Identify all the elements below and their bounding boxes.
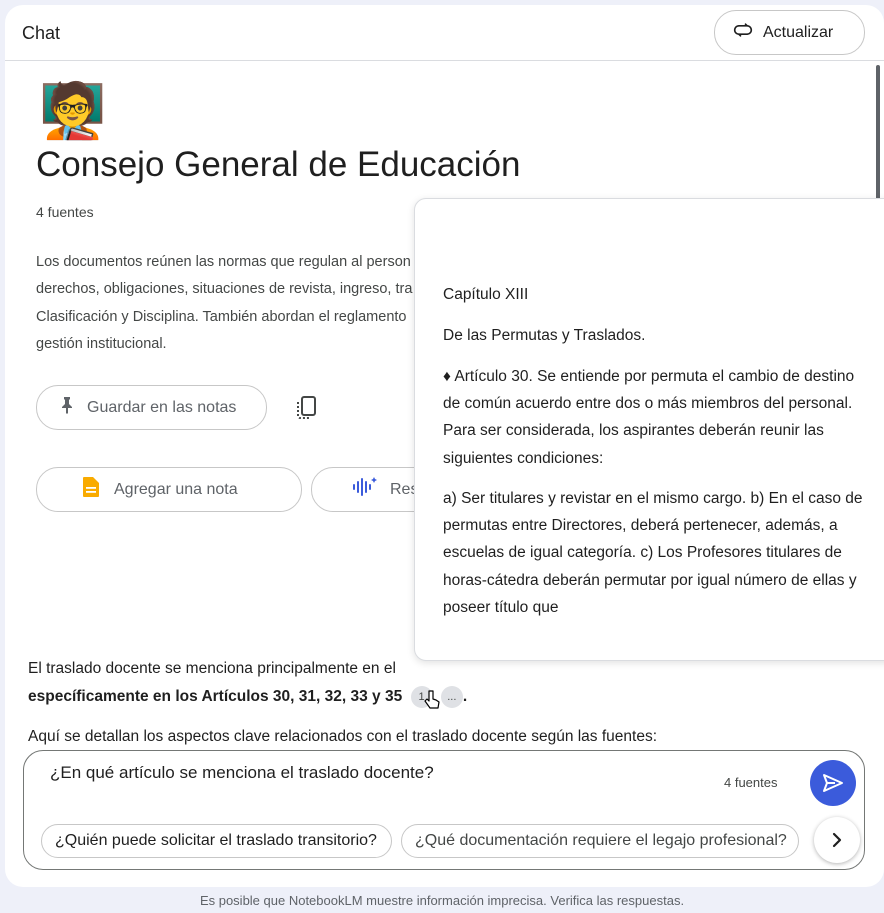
popover-paragraph: Capítulo XIII: [443, 286, 529, 303]
chat-input[interactable]: ¿En qué artículo se menciona el traslado…: [50, 763, 434, 783]
popover-paragraph: a) Ser titulares y revistar en el mismo …: [443, 490, 863, 616]
more-citations-badge[interactable]: ...: [440, 685, 463, 708]
citation-popover: Capítulo XIII De las Permutas y Traslado…: [414, 198, 884, 661]
pin-icon: [59, 396, 75, 419]
notebook-source-count: 4 fuentes: [36, 204, 94, 220]
composer-source-count: 4 fuentes: [724, 775, 778, 790]
refresh-icon: [733, 20, 753, 45]
answer-line-3: Aquí se detallan los aspectos clave rela…: [28, 728, 658, 745]
note-icon: [82, 476, 100, 503]
send-icon: [823, 774, 843, 792]
refresh-label: Actualizar: [763, 23, 834, 41]
send-button[interactable]: [810, 760, 856, 806]
next-suggestions-button[interactable]: [814, 817, 860, 863]
notebook-title: Consejo General de Educación: [36, 145, 521, 184]
chat-title: Chat: [22, 23, 61, 43]
notebook-summary: Los documentos reúnen las normas que reg…: [36, 249, 456, 358]
notebook-emoji: 🧑‍🏫: [39, 81, 107, 141]
scrollbar[interactable]: [876, 65, 880, 205]
answer-line-1: El traslado docente se menciona principa…: [28, 660, 396, 677]
summary-line: gestión institucional.: [36, 335, 167, 352]
pointer-cursor-icon: [424, 690, 440, 709]
summary-line: Los documentos reúnen las normas que reg…: [36, 254, 411, 270]
popover-paragraph: ♦ Artículo 30. Se entiende por permuta e…: [443, 368, 855, 467]
save-to-notes-button[interactable]: Guardar en las notas: [36, 385, 267, 430]
chat-composer: ¿En qué artículo se menciona el traslado…: [23, 750, 865, 870]
suggestion-chip[interactable]: ¿Qué documentación requiere el legajo pr…: [401, 824, 799, 858]
add-note-label: Agregar una nota: [114, 480, 238, 498]
suggestion-chip[interactable]: ¿Quién puede solicitar el traslado trans…: [41, 824, 392, 858]
refresh-button[interactable]: Actualizar: [714, 10, 865, 55]
copy-button[interactable]: [295, 395, 319, 421]
save-to-notes-label: Guardar en las notas: [87, 398, 237, 416]
chevron-right-icon: [832, 832, 842, 848]
summary-line: Clasificación y Disciplina. También abor…: [36, 308, 407, 325]
disclaimer: Es posible que NotebookLM muestre inform…: [199, 893, 685, 908]
summary-line: derechos, obligaciones, situaciones de r…: [36, 281, 413, 298]
copy-icon: [297, 396, 316, 419]
audio-waveform-icon: [352, 475, 378, 504]
answer-bold-text: específicamente en los Artículos 30, 31,…: [28, 688, 403, 705]
chat-header: Chat Actualizar: [5, 5, 884, 61]
add-note-button[interactable]: Agregar una nota: [36, 467, 302, 512]
popover-paragraph: De las Permutas y Traslados.: [443, 327, 646, 344]
answer-line-2: específicamente en los Artículos 30, 31,…: [28, 683, 467, 711]
